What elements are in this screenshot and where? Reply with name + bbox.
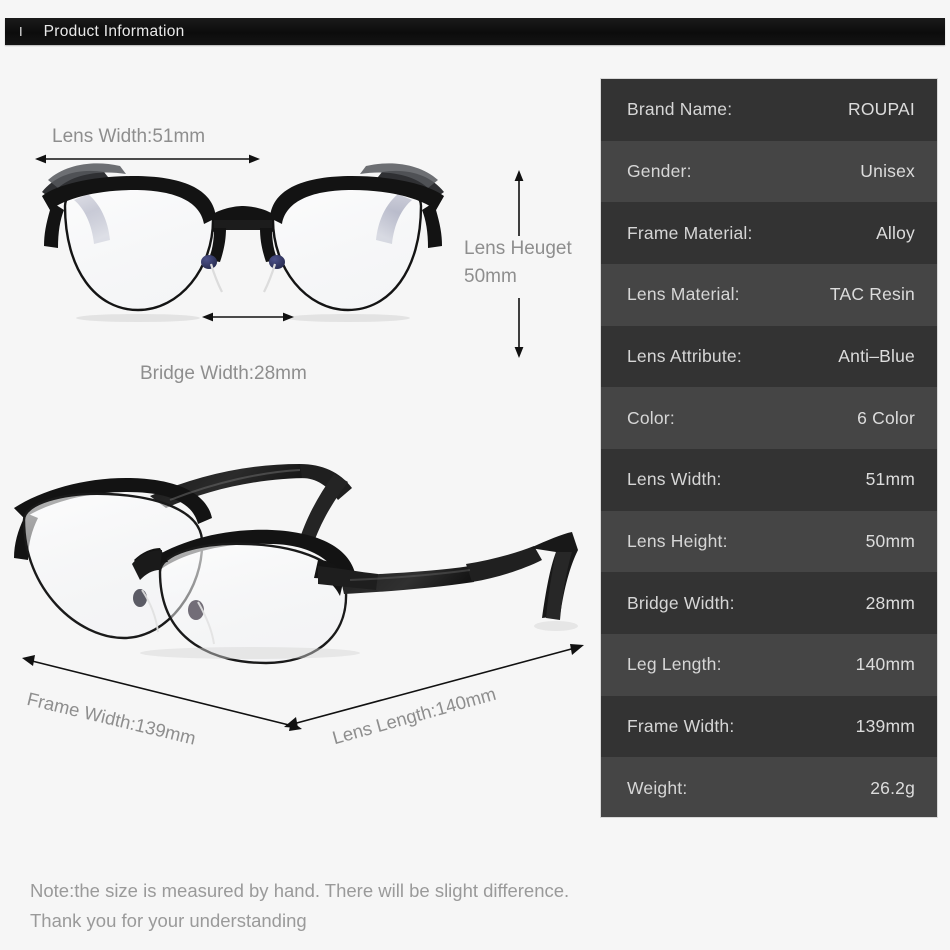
spec-value: Unisex (860, 160, 915, 181)
spec-key: Lens Attribute: (627, 345, 742, 366)
spec-value: 139mm (855, 715, 915, 736)
table-row: Lens Height: 50mm (601, 510, 937, 573)
spec-value: 6 Color (857, 407, 915, 428)
spec-value: 28mm (865, 592, 915, 613)
spec-value: 140mm (855, 654, 915, 675)
table-row: Bridge Width: 28mm (601, 572, 937, 634)
table-row: Leg Length: 140mm (601, 633, 937, 696)
spec-value: ROUPAI (848, 99, 915, 120)
footer-note-line2: Thank you for your understanding (30, 910, 307, 931)
spec-key: Bridge Width: (627, 592, 735, 613)
spec-value: Alloy (876, 222, 915, 243)
annotation-bridge-width-arrow (202, 312, 294, 322)
table-row: Color: 6 Color (601, 387, 937, 449)
spec-value: 26.2g (870, 777, 915, 798)
annotation-bridge-width-label: Bridge Width:28mm (140, 363, 307, 384)
annotation-lens-width-label: Lens Width:51mm (52, 126, 206, 147)
spec-value: 50mm (865, 530, 915, 551)
spec-key: Leg Length: (627, 654, 722, 675)
annotation-lens-height-label-line2: 50mm (464, 266, 517, 287)
specification-table: Brand Name: ROUPAI Gender: Unisex Frame … (600, 78, 938, 818)
spec-key: Gender: (627, 160, 692, 181)
product-photo-area: Lens Width:51mm Lens Heuget 50mm Bridge … (0, 48, 598, 848)
table-row: Gender: Unisex (601, 140, 937, 203)
spec-key: Lens Material: (627, 284, 740, 305)
spec-value: 51mm (865, 469, 915, 490)
spec-key: Lens Height: (627, 530, 728, 551)
annotation-lens-height-label-line1: Lens Heuget (464, 238, 572, 259)
spec-value: Anti–Blue (838, 345, 915, 366)
table-row: Frame Material: Alloy (601, 202, 937, 264)
table-row: Lens Material: TAC Resin (601, 263, 937, 326)
footer-note-line1: Note:the size is measured by hand. There… (30, 880, 570, 901)
annotation-lens-height-arrow-top (514, 170, 524, 236)
footer-note: Note:the size is measured by hand. There… (30, 876, 910, 936)
table-row: Lens Width: 51mm (601, 448, 937, 511)
spec-key: Brand Name: (627, 99, 733, 120)
page-header-bar: I Product Information (5, 18, 945, 45)
spec-key: Frame Material: (627, 222, 753, 243)
spec-value: TAC Resin (829, 284, 915, 305)
table-row: Lens Attribute: Anti–Blue (601, 325, 937, 388)
spec-key: Color: (627, 407, 675, 428)
annotation-lens-height-arrow-bottom (514, 298, 524, 358)
table-row: Weight: 26.2g (601, 757, 937, 817)
spec-key: Lens Width: (627, 469, 722, 490)
spec-key: Weight: (627, 777, 688, 798)
page-title: Product Information (43, 22, 185, 40)
header-bullet-mark: I (19, 24, 23, 39)
table-row: Frame Width: 139mm (601, 695, 937, 758)
table-row: Brand Name: ROUPAI (601, 79, 937, 141)
spec-key: Frame Width: (627, 715, 735, 736)
product-photo-angled-view (0, 448, 600, 665)
